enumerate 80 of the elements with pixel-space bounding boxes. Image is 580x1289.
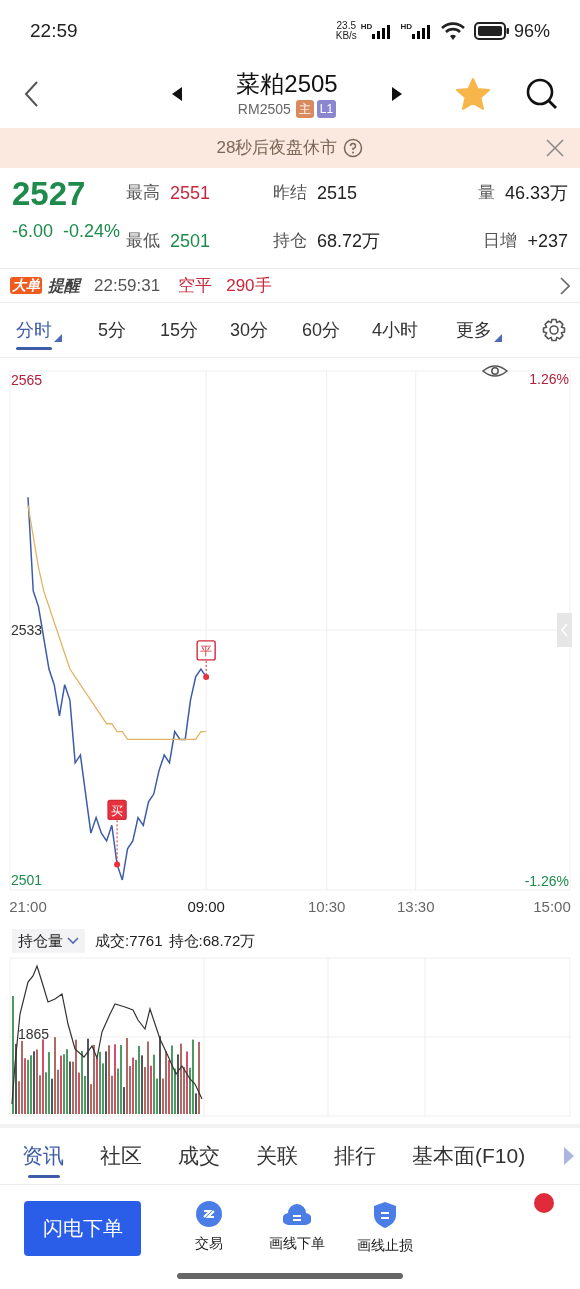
quote-label: 日增: [483, 230, 518, 253]
chevron-down-icon: [67, 937, 79, 945]
quote-value: 68.72万: [317, 229, 381, 253]
open-interest-reading: 持仓:68.72万: [168, 930, 256, 951]
flash-order-button[interactable]: 闪电下单: [24, 1200, 141, 1256]
side-panel-handle[interactable]: [557, 613, 572, 647]
toolbar-action[interactable]: 画线止损: [343, 1200, 427, 1256]
period-tab[interactable]: 15分: [158, 308, 228, 352]
last-price: 2527: [12, 174, 87, 214]
bottom-tab[interactable]: 社区: [100, 1132, 178, 1180]
battery-percent: 96%: [513, 19, 550, 43]
notice-text: 28秒后夜盘休市: [216, 137, 338, 160]
network-speed-unit: KB/s: [335, 31, 357, 41]
close-icon[interactable]: [546, 139, 564, 157]
alert-time: 22:59:31: [94, 274, 161, 297]
quote-value: 46.33万: [504, 181, 568, 205]
previous-contract-icon[interactable]: [172, 87, 182, 101]
settings-icon[interactable]: [542, 318, 566, 342]
network-speed: 23.5: [336, 21, 356, 31]
quote-value: 2501: [170, 229, 211, 253]
bottom-tab[interactable]: 资讯: [22, 1132, 100, 1180]
bottom-tab[interactable]: 排行: [334, 1132, 412, 1180]
bottom-tab[interactable]: 基本面(F10): [412, 1132, 562, 1180]
indicator-dropdown[interactable]: 持仓量: [12, 929, 85, 953]
contract-code: RM2505: [237, 99, 291, 119]
period-tab[interactable]: 60分: [300, 308, 370, 352]
price-change: -6.00: [12, 220, 54, 243]
bottom-tab[interactable]: 成交: [178, 1132, 256, 1180]
price-axis-label: 2565: [11, 372, 43, 388]
wifi-icon: [439, 21, 466, 41]
volume-reading: 成交:7761: [95, 930, 163, 951]
eye-icon[interactable]: [482, 365, 508, 377]
price-axis-label: 2501: [11, 872, 43, 888]
time-axis-label: 10:30: [307, 898, 346, 915]
network-type-label: HD: [360, 23, 373, 31]
percent-axis-label: -1.26%: [524, 873, 569, 889]
alert-title: 提醒: [48, 275, 80, 296]
help-icon[interactable]: [343, 138, 364, 158]
clock-time: 22:59: [30, 18, 78, 43]
trade-icon: [196, 1200, 222, 1227]
quote-label: 量: [477, 182, 495, 205]
period-tab[interactable]: 4小时: [370, 308, 454, 352]
contract-badge: L1: [316, 100, 337, 118]
shield-icon: [373, 1200, 397, 1229]
time-axis-label: 09:00: [187, 898, 225, 915]
price-change-percent: -0.24%: [63, 220, 121, 243]
quote-label: 最低: [126, 230, 160, 253]
quote-label: 昨结: [273, 182, 307, 205]
percent-axis-label: 1.26%: [529, 371, 569, 387]
back-icon[interactable]: [22, 80, 40, 108]
quote-label: 持仓: [273, 230, 307, 253]
quote-value: +237: [527, 229, 568, 253]
next-contract-icon[interactable]: [392, 87, 402, 101]
time-axis-label: 13:30: [397, 898, 435, 915]
bottom-tab[interactable]: 关联: [256, 1132, 334, 1180]
network-type-label: HD: [400, 23, 412, 31]
time-axis-label: 21:00: [9, 898, 47, 915]
chevron-right-icon[interactable]: [560, 276, 570, 295]
alert-action: 空平: [178, 274, 213, 297]
dropdown-corner-icon[interactable]: [494, 334, 502, 342]
alert-tag: 大单: [10, 277, 42, 294]
period-tab[interactable]: 5分: [96, 308, 158, 352]
period-tab[interactable]: 30分: [228, 308, 300, 352]
quote-label: 最高: [126, 182, 160, 205]
dropdown-corner-icon[interactable]: [54, 334, 62, 342]
time-axis-label: 15:00: [533, 898, 571, 915]
period-tab[interactable]: 更多: [454, 308, 530, 352]
quote-value: 2551: [170, 181, 211, 205]
quote-value: 2515: [317, 181, 358, 205]
search-icon[interactable]: [526, 78, 558, 110]
toolbar-action[interactable]: 画线下单: [255, 1200, 339, 1256]
alert-amount: 290手: [226, 274, 272, 297]
indicator-axis-label: 1865: [18, 1026, 50, 1042]
contract-title: 菜粕2505: [236, 68, 338, 99]
price-axis-label: 2533: [11, 622, 43, 638]
toolbar-action[interactable]: 交易: [167, 1200, 251, 1256]
battery-icon: [473, 22, 510, 40]
favorite-star-icon[interactable]: [456, 78, 490, 110]
period-tab[interactable]: 分时: [14, 308, 96, 352]
contract-badge: 主: [295, 100, 314, 118]
